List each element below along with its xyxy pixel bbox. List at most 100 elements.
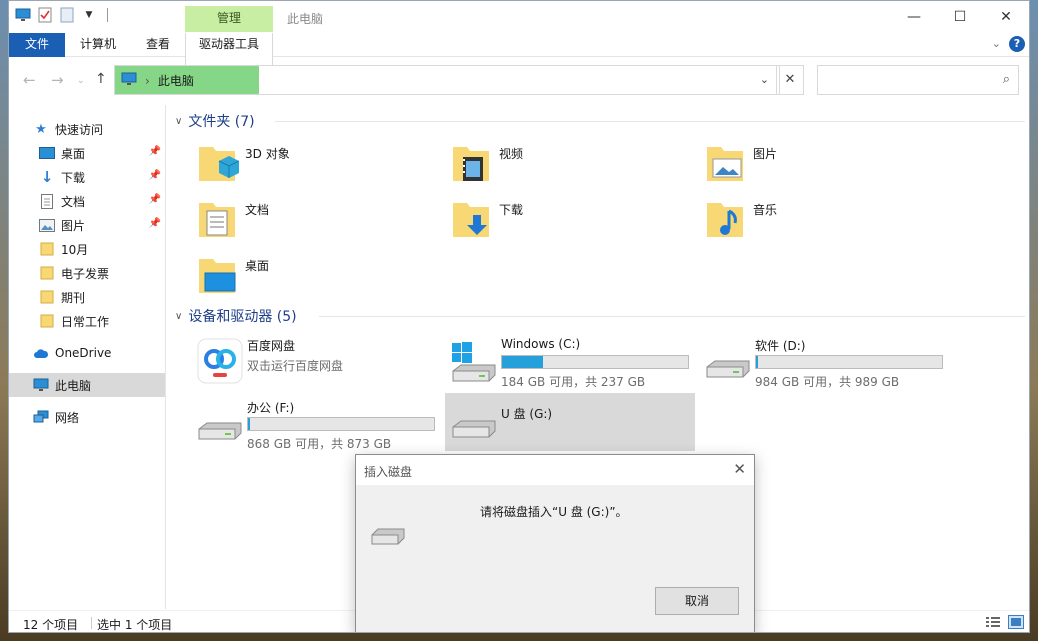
music-folder-icon	[707, 203, 743, 237]
tab-file[interactable]: 文件	[9, 33, 65, 57]
insert-disk-dialog: 插入磁盘 ✕ 请将磁盘插入“U 盘 (G:)”。 取消	[355, 454, 755, 632]
pin-icon[interactable]: 📌	[149, 194, 161, 205]
sidebar-item-onedrive[interactable]: OneDrive	[9, 341, 165, 365]
recent-locations-icon[interactable]: ⌄	[77, 76, 85, 86]
folder-item-pictures[interactable]: 图片	[699, 139, 949, 189]
group-header-folders[interactable]: ∨ 文件夹 (7)	[175, 110, 255, 132]
pin-icon[interactable]: 📌	[149, 218, 161, 229]
drive-name: Windows (C:)	[501, 337, 581, 351]
tab-manage[interactable]: 管理	[185, 6, 273, 32]
folder-item-videos[interactable]: 视频	[445, 139, 695, 189]
address-bar[interactable]: › 此电脑 ⌄	[114, 65, 780, 95]
close-icon[interactable]: ✕	[733, 460, 746, 478]
sidebar-item-label: 快速访问	[55, 122, 104, 137]
sidebar-item-pictures[interactable]: 图片 📌	[9, 213, 165, 237]
sidebar-item-label: 电子发票	[61, 266, 110, 281]
device-name: 百度网盘	[247, 339, 296, 353]
sidebar-item-downloads[interactable]: ↓ 下载 📌	[9, 165, 165, 189]
drive-name: 办公 (F:)	[247, 401, 295, 415]
drive-item-c[interactable]: Windows (C:) 184 GB 可用，共 237 GB	[445, 333, 695, 391]
search-input[interactable]	[822, 67, 992, 93]
breadcrumb-this-pc[interactable]: 此电脑	[158, 72, 194, 89]
sidebar-item-this-pc[interactable]: 此电脑	[9, 373, 165, 397]
large-icons-view-icon[interactable]	[1008, 615, 1024, 629]
folder-label: 文档	[245, 203, 270, 217]
sidebar-item-quick-access[interactable]: ★ 快速访问	[9, 117, 165, 141]
videos-folder-icon	[453, 147, 489, 181]
picture-icon	[39, 217, 55, 233]
drive-usage-bar	[501, 355, 689, 369]
sidebar-item-folder-journals[interactable]: 期刊	[9, 285, 165, 309]
minimize-button[interactable]: —	[891, 1, 937, 33]
folder-label: 3D 对象	[245, 147, 290, 161]
dialog-message: 请将磁盘插入“U 盘 (G:)”。	[480, 505, 628, 519]
documents-folder-icon	[199, 203, 235, 237]
quick-access-toolbar: ▼	[15, 7, 108, 23]
folder-item-downloads[interactable]: 下载	[445, 195, 695, 245]
chevron-down-icon[interactable]: ⌄	[992, 37, 1001, 50]
folder-label: 桌面	[245, 259, 270, 273]
group-title: 文件夹 (7)	[188, 114, 255, 130]
sidebar-item-label: 图片	[61, 218, 86, 233]
navigation-bar: ← → ⌄ ↑ › 此电脑 ⌄ ✕ ⌕	[9, 57, 1029, 103]
sidebar-item-folder-invoices[interactable]: 电子发票	[9, 261, 165, 285]
up-arrow-icon[interactable]: ↑	[95, 71, 107, 87]
folder-item-3d-objects[interactable]: 3D 对象	[191, 139, 441, 189]
drive-item-f[interactable]: 办公 (F:) 868 GB 可用，共 873 GB	[191, 395, 441, 453]
windows-drive-icon	[452, 342, 496, 382]
group-header-devices[interactable]: ∨ 设备和驱动器 (5)	[175, 305, 297, 327]
downloads-folder-icon	[453, 203, 489, 237]
search-box[interactable]: ⌕	[817, 65, 1019, 95]
breadcrumb-separator[interactable]: ›	[145, 74, 150, 88]
hard-drive-icon	[198, 422, 242, 440]
back-arrow-icon[interactable]: ←	[23, 71, 36, 89]
drive-usage-fill	[502, 356, 543, 368]
maximize-button[interactable]: ☐	[937, 1, 983, 33]
folder-item-music[interactable]: 音乐	[699, 195, 949, 245]
group-title: 设备和驱动器 (5)	[188, 309, 297, 325]
address-dropdown-icon[interactable]: ⌄	[760, 73, 769, 86]
chevron-down-icon[interactable]: ∨	[175, 311, 182, 322]
dialog-title-bar: 插入磁盘 ✕	[356, 455, 754, 485]
3d-objects-folder-icon	[199, 147, 239, 181]
customize-toolbar-icon[interactable]: ▼	[81, 7, 97, 23]
pin-icon[interactable]: 📌	[149, 146, 161, 157]
folder-icon	[39, 313, 55, 329]
pin-icon[interactable]: 📌	[149, 170, 161, 181]
folder-label: 视频	[499, 147, 524, 161]
sidebar-item-folder-daily-work[interactable]: 日常工作	[9, 309, 165, 333]
forward-arrow-icon[interactable]: →	[51, 71, 64, 89]
clear-address-button[interactable]: ✕	[776, 65, 804, 95]
new-folder-icon[interactable]	[59, 7, 75, 23]
sidebar-item-desktop[interactable]: 桌面 📌	[9, 141, 165, 165]
computer-icon[interactable]	[15, 7, 31, 23]
help-icon[interactable]: ?	[1009, 36, 1025, 52]
ribbon-tabs: 文件 计算机 查看 驱动器工具	[9, 33, 1029, 91]
group-divider	[319, 316, 1025, 317]
details-view-icon[interactable]	[985, 615, 1001, 629]
chevron-down-icon[interactable]: ∨	[175, 116, 182, 127]
sidebar-item-documents[interactable]: 文档 📌	[9, 189, 165, 213]
sidebar-item-label: 期刊	[61, 290, 86, 305]
sidebar-item-folder-october[interactable]: 10月	[9, 237, 165, 261]
sidebar-item-label: OneDrive	[55, 346, 112, 360]
folder-icon	[39, 241, 55, 257]
computer-icon	[121, 72, 137, 89]
search-icon[interactable]: ⌕	[1003, 72, 1010, 87]
sidebar-item-network[interactable]: 网络	[9, 405, 165, 429]
drive-item-g[interactable]: U 盘 (G:)	[445, 393, 695, 451]
drive-item-d[interactable]: 软件 (D:) 984 GB 可用，共 989 GB	[699, 333, 949, 391]
device-subtitle: 双击运行百度网盘	[247, 359, 344, 373]
drive-size: 984 GB 可用，共 989 GB	[755, 375, 900, 389]
status-divider	[91, 617, 92, 629]
close-button[interactable]: ✕	[983, 1, 1029, 33]
tab-view[interactable]: 查看	[133, 33, 183, 57]
drive-usage-bar	[247, 417, 435, 431]
cancel-button[interactable]: 取消	[655, 587, 739, 615]
device-item-baidu-netdisk[interactable]: 百度网盘 双击运行百度网盘	[191, 333, 441, 391]
tab-computer[interactable]: 计算机	[67, 33, 129, 57]
folder-label: 音乐	[753, 203, 778, 217]
folder-item-documents[interactable]: 文档	[191, 195, 441, 245]
folder-item-desktop[interactable]: 桌面	[191, 251, 441, 301]
properties-icon[interactable]	[37, 7, 53, 23]
